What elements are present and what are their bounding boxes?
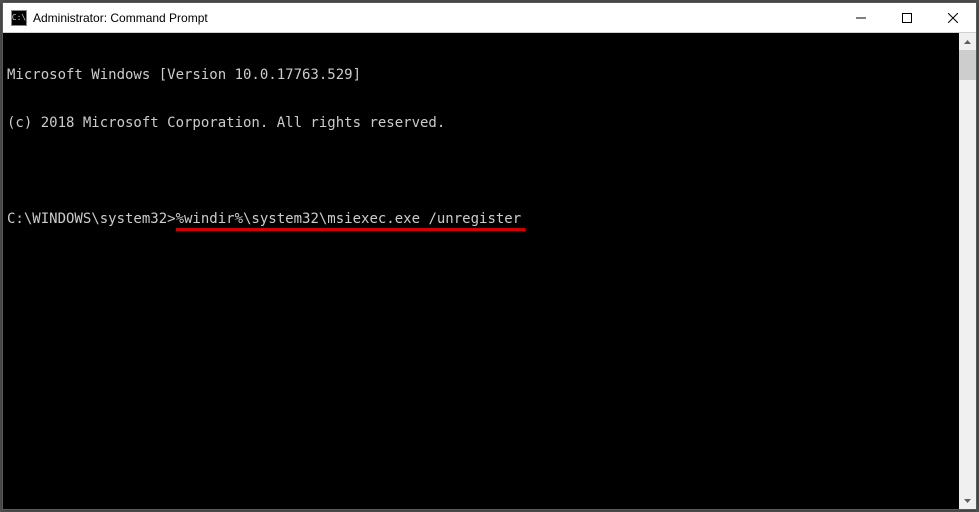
prompt: C:\WINDOWS\system32> xyxy=(7,211,176,227)
maximize-button[interactable] xyxy=(884,3,930,32)
red-underline-annotation xyxy=(176,228,526,231)
command-text-content: %windir%\system32\msiexec.exe /unregiste… xyxy=(176,211,522,227)
command-prompt-window: C:\ Administrator: Command Prompt Micros… xyxy=(2,2,977,510)
scroll-down-button[interactable] xyxy=(959,492,976,509)
terminal-line: Microsoft Windows [Version 10.0.17763.52… xyxy=(7,67,955,83)
terminal-line: (c) 2018 Microsoft Corporation. All righ… xyxy=(7,115,955,131)
content-area: Microsoft Windows [Version 10.0.17763.52… xyxy=(3,33,976,509)
scroll-up-button[interactable] xyxy=(959,33,976,50)
cmd-icon: C:\ xyxy=(11,10,27,26)
minimize-button[interactable] xyxy=(838,3,884,32)
window-controls xyxy=(838,3,976,32)
scroll-track[interactable] xyxy=(959,50,976,492)
titlebar[interactable]: C:\ Administrator: Command Prompt xyxy=(3,3,976,33)
close-button[interactable] xyxy=(930,3,976,32)
terminal-blank-line xyxy=(7,163,955,179)
terminal-command-line: C:\WINDOWS\system32>%windir%\system32\ms… xyxy=(7,211,955,227)
terminal-output[interactable]: Microsoft Windows [Version 10.0.17763.52… xyxy=(3,33,959,509)
scroll-thumb[interactable] xyxy=(959,50,976,80)
vertical-scrollbar[interactable] xyxy=(959,33,976,509)
typed-command: %windir%\system32\msiexec.exe /unregiste… xyxy=(176,211,522,227)
cmd-icon-text: C:\ xyxy=(12,14,26,22)
window-title: Administrator: Command Prompt xyxy=(33,11,838,25)
